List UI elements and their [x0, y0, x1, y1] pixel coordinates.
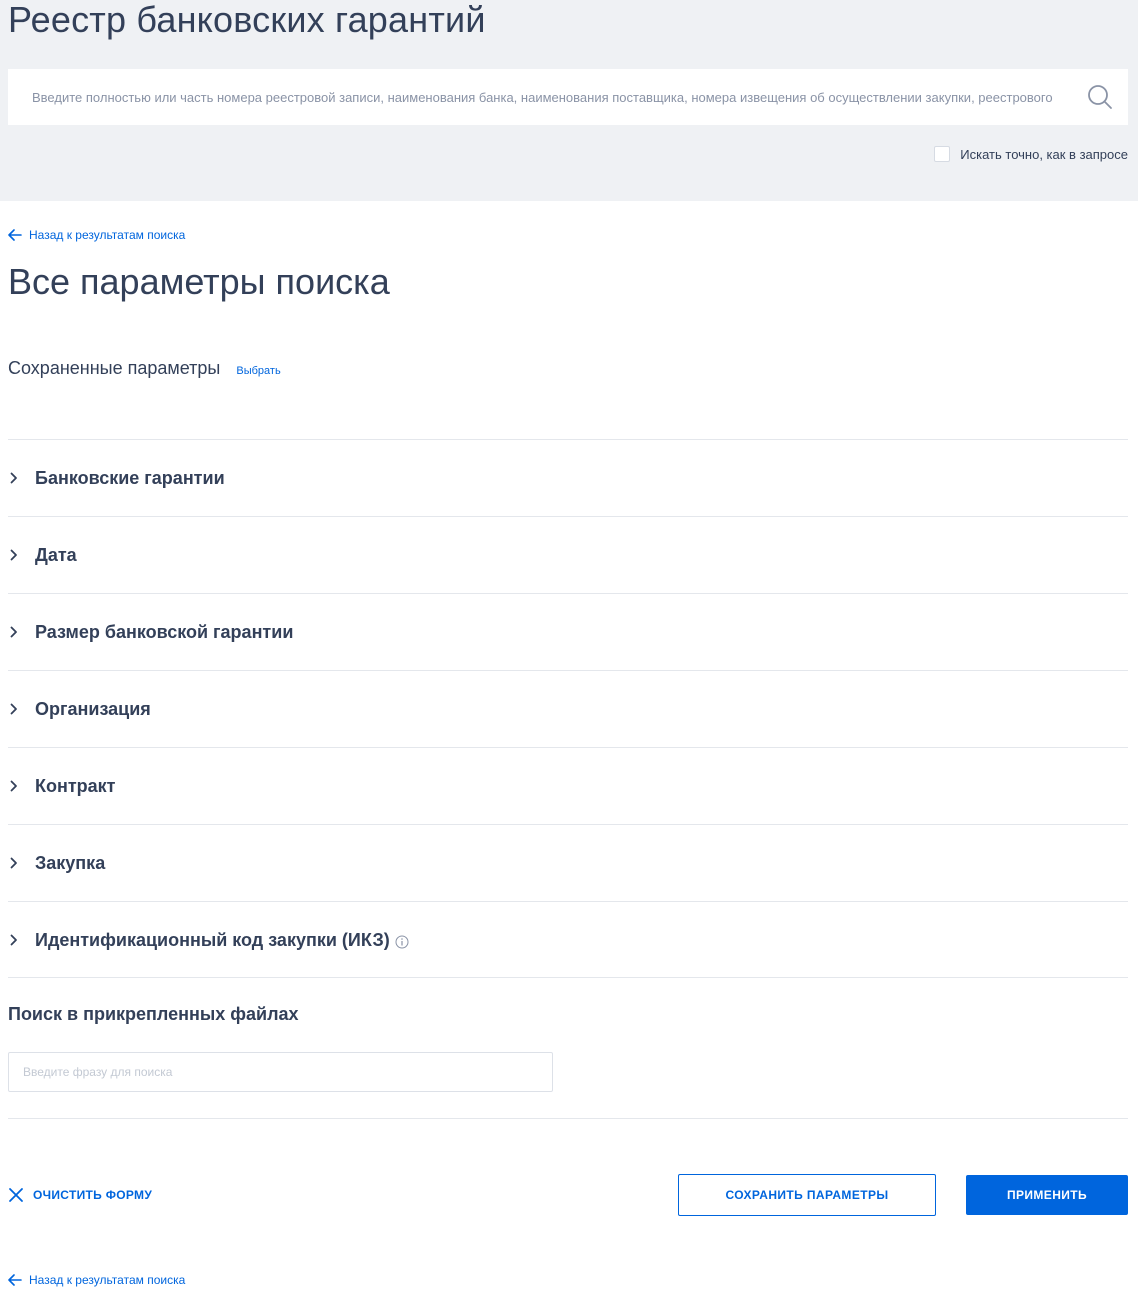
accordion-purchase[interactable]: Закупка: [8, 824, 1128, 901]
search-bar: [8, 69, 1128, 125]
back-link-label: Назад к результатам поиска: [29, 1273, 186, 1287]
section-divider: [8, 1118, 1128, 1119]
saved-params-label: Сохраненные параметры: [8, 358, 221, 378]
accordion-contract[interactable]: Контракт: [8, 747, 1128, 824]
close-icon: [9, 1188, 23, 1202]
saved-params: Сохраненные параметры Выбрать: [8, 358, 281, 379]
accordion-label: Организация: [35, 698, 151, 719]
chevron-right-icon: [10, 780, 17, 792]
file-search-title: Поиск в прикрепленных файлах: [8, 1004, 299, 1024]
back-link-label: Назад к результатам поиска: [29, 228, 186, 242]
saved-params-choose-link[interactable]: Выбрать: [236, 365, 280, 377]
accordion-label: Идентификационный код закупки (ИКЗ): [35, 929, 390, 950]
chevron-right-icon: [10, 626, 17, 638]
apply-button[interactable]: ПРИМЕНИТЬ: [966, 1175, 1128, 1215]
back-to-results-link-top[interactable]: Назад к результатам поиска: [8, 228, 185, 242]
section-divider: [8, 977, 1128, 978]
search-header: Реестр банковских гарантий Искать точно,…: [0, 0, 1138, 201]
accordion-organization[interactable]: Организация: [8, 670, 1128, 747]
arrow-left-icon: [8, 229, 22, 241]
clear-form-button[interactable]: ОЧИСТИТЬ ФОРМУ: [8, 1187, 152, 1203]
chevron-right-icon: [10, 857, 17, 869]
accordion-bank-guarantees[interactable]: Банковские гарантии: [8, 439, 1128, 516]
exact-search-option: Искать точно, как в запросе: [934, 146, 1128, 162]
info-icon[interactable]: [395, 935, 409, 949]
chevron-right-icon: [10, 703, 17, 715]
save-params-button[interactable]: СОХРАНИТЬ ПАРАМЕТРЫ: [678, 1174, 936, 1216]
registry-title: Реестр банковских гарантий: [8, 0, 486, 40]
back-to-results-link-bottom[interactable]: Назад к результатам поиска: [8, 1273, 185, 1287]
clear-form-label: ОЧИСТИТЬ ФОРМУ: [33, 1188, 153, 1202]
accordion-label: Размер банковской гарантии: [35, 621, 294, 642]
file-search-input[interactable]: [8, 1052, 553, 1092]
accordion-date[interactable]: Дата: [8, 516, 1128, 593]
exact-search-label: Искать точно, как в запросе: [960, 146, 1128, 162]
chevron-right-icon: [10, 472, 17, 484]
exact-search-checkbox[interactable]: [934, 146, 951, 162]
arrow-left-icon: [8, 1274, 22, 1286]
accordion-label: Банковские гарантии: [35, 467, 225, 488]
accordion-guarantee-size[interactable]: Размер банковской гарантии: [8, 593, 1128, 670]
accordion-label: Закупка: [35, 852, 106, 873]
page-title: Все параметры поиска: [8, 261, 390, 302]
accordion-label: Дата: [35, 544, 77, 565]
chevron-right-icon: [10, 934, 17, 946]
search-icon[interactable]: [1086, 83, 1114, 111]
chevron-right-icon: [10, 549, 17, 561]
search-input[interactable]: [8, 69, 1078, 125]
accordion-label: Контракт: [35, 775, 116, 796]
accordion-purchase-id-code[interactable]: Идентификационный код закупки (ИКЗ): [8, 901, 1128, 978]
